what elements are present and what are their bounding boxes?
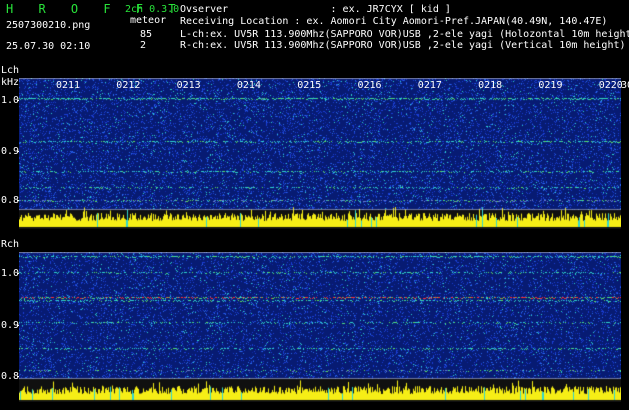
hour-label: 30 (621, 80, 629, 91)
hour-label: 0213 (176, 80, 201, 91)
meteor-count-lch: 85 (140, 29, 153, 40)
file-name: 2507300210.png (6, 20, 91, 31)
lch-tick-3: 0.8 (1, 195, 20, 206)
location-info: Receiving Location : ex. Aomori City Aom… (180, 16, 608, 27)
lch-tick-2: 0.9 (1, 146, 20, 157)
hour-label: 0216 (357, 80, 382, 91)
hour-label: 0212 (116, 80, 141, 91)
hour-label: 0217 (417, 80, 442, 91)
rch-label: Rch (1, 239, 20, 250)
lch-right-marker (622, 78, 629, 229)
khz-unit: kHz (1, 77, 20, 88)
rch-info: R-ch:ex. UV5R 113.900Mhz(SAPPORO VOR)USB… (180, 40, 626, 51)
hour-label: 0219 (538, 80, 563, 91)
datetime: 25.07.30 02:10 (6, 41, 91, 52)
meteor-label: meteor (130, 15, 167, 26)
hour-label: 0220 (598, 80, 623, 91)
hour-label: 0218 (478, 80, 503, 91)
hour-label: 0215 (297, 80, 322, 91)
rch-tick-3: 0.8 (1, 371, 20, 382)
observer-info: Ovserver : ex. JR7CYX [ kid ] (180, 4, 451, 15)
lch-info: L-ch:ex. UV5R 113.900Mhz(SAPPORO VOR)USB… (180, 29, 629, 40)
hour-label: 0211 (56, 80, 81, 91)
version-label: 2ch 0.3.0 (125, 4, 180, 15)
rch-tick-1: 1.0 (1, 268, 20, 279)
rch-tick-2: 0.9 (1, 320, 20, 331)
hour-label: 0214 (236, 80, 261, 91)
rch-spectrogram (19, 252, 621, 402)
lch-spectrogram (19, 78, 621, 229)
meteor-count-rch: 2 (140, 40, 147, 51)
lch-tick-1: 1.0 (1, 95, 20, 106)
rch-right-marker (622, 252, 629, 402)
lch-label: Lch (1, 65, 20, 76)
